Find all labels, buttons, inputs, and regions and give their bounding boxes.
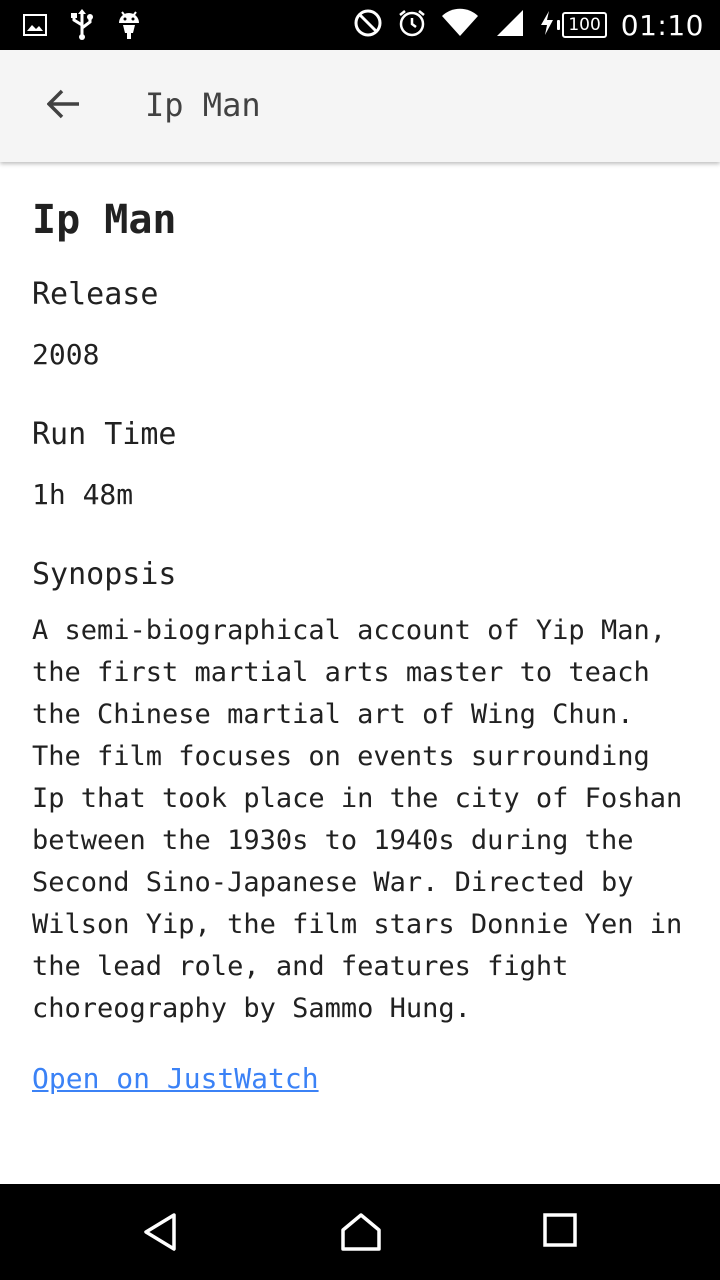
back-button[interactable] [36, 78, 92, 134]
release-value: 2008 [32, 338, 100, 371]
status-time: 01:10 [620, 8, 704, 42]
nav-back-button[interactable] [140, 1212, 180, 1252]
arrow-back-icon [46, 89, 81, 123]
image-icon [22, 12, 48, 42]
battery-icon: 100 [539, 10, 607, 40]
signal-icon [493, 8, 525, 42]
runtime-value: 1h 48m [32, 478, 134, 511]
home-icon [340, 1213, 382, 1256]
nav-home-button[interactable] [340, 1212, 381, 1252]
app-bar: Ip Man [0, 50, 720, 162]
open-justwatch-link[interactable]: Open on JustWatch [32, 1062, 319, 1095]
toolbar-title: Ip Man [145, 86, 261, 124]
wifi-icon [441, 8, 479, 42]
release-label: Release [32, 277, 159, 312]
do-not-disturb-icon [353, 8, 383, 42]
movie-details: Ip Man Release 2008 Run Time 1h 48m Syno… [32, 190, 692, 1095]
synopsis-label: Synopsis [32, 557, 177, 592]
usb-icon [70, 9, 94, 45]
navigation-bar [0, 1184, 720, 1280]
alarm-icon [397, 8, 427, 42]
android-debug-icon [116, 9, 142, 45]
synopsis-text: A semi-biographical account of Yip Man, … [32, 615, 683, 1024]
triangle-back-icon [140, 1213, 180, 1256]
runtime-label: Run Time [32, 417, 177, 452]
battery-tip [557, 20, 561, 30]
nav-recents-button[interactable] [542, 1212, 582, 1252]
status-bar: 100 01:10 [0, 0, 720, 50]
movie-title: Ip Man [32, 197, 177, 243]
charging-icon [539, 10, 555, 40]
square-recents-icon [542, 1213, 578, 1252]
battery-level: 100 [562, 12, 607, 38]
